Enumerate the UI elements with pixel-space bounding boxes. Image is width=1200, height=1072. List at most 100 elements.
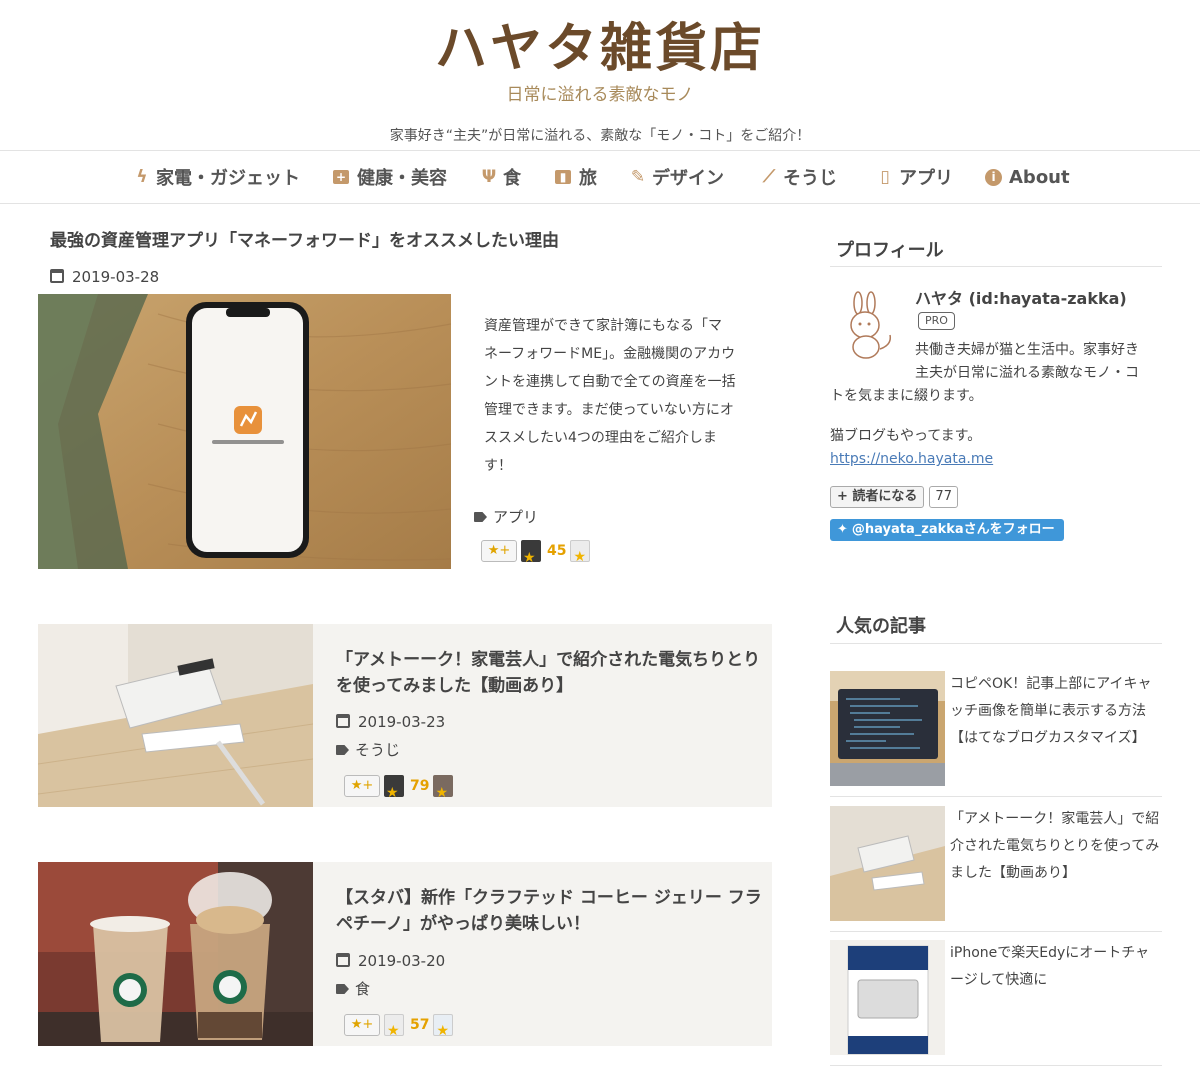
tag-label: そうじ (355, 741, 401, 759)
subscribe-button[interactable]: + 読者になる (830, 486, 925, 508)
bio-line: 主夫が日常に溢れる素敵なモノ・コ (915, 365, 1139, 381)
twitter-follow-label: @hayata_zakkaさんをフォロー (851, 522, 1055, 537)
global-nav: ϟ 家電・ガジェット + 健康・美容 Ψ 食 ▮ 旅 ✎ デザイン ⟋ そうじ … (0, 150, 1200, 204)
user-avatar[interactable]: ★ (384, 775, 404, 801)
hatena-star-row: ★+ ★ 79 ★ (344, 774, 454, 801)
pencil-icon: ✎ (630, 167, 646, 187)
article-tag[interactable]: そうじ (336, 740, 400, 760)
info-icon: i (985, 168, 1002, 186)
summary-line: 管理できます。まだ使っていない方にオ (484, 402, 734, 418)
article-date: 2019-03-20 (336, 951, 445, 971)
star-icon: ★ (523, 550, 536, 566)
twitter-bird-icon: ✦ (837, 522, 848, 537)
date-text: 2019-03-28 (72, 268, 160, 286)
article-title[interactable]: 「アメトーーク！家電芸人」で紹介された電気ちりとりを使ってみました【動画あり】 (336, 647, 766, 699)
star-icon: ★ (387, 1023, 400, 1039)
hatena-star-row: ★+ ★ 45 ★ (481, 539, 591, 566)
laptop-photo (830, 671, 945, 786)
popular-article-title[interactable]: iPhoneで楽天Edyにオートチャージして快適に (950, 940, 1162, 994)
nav-item-cleaning[interactable]: ⟋ そうじ (761, 151, 837, 203)
bio-line: 共働き夫婦が猫と生活中。家事好き (915, 342, 1139, 358)
dustpan-photo (830, 806, 945, 921)
cutlery-icon: Ψ (481, 167, 497, 187)
featured-article-title[interactable]: 最強の資産管理アプリ「マネーフォワード」をオススメしたい理由 (50, 228, 559, 254)
user-avatar[interactable]: ★ (521, 540, 541, 566)
frappuccino-photo (38, 862, 313, 1046)
hatena-star-row: ★+ ★ 57 ★ (344, 1013, 454, 1039)
dustpan-photo (38, 624, 313, 807)
popular-article-title[interactable]: コピペOK！記事上部にアイキャッチ画像を簡単に表示する方法【はてなブログカスタマ… (950, 671, 1162, 752)
star-count[interactable]: 45 (547, 543, 566, 559)
user-avatar[interactable]: ★ (384, 1014, 404, 1039)
summary-line: ネーフォワードME」。金融機関のアカウ (484, 346, 736, 362)
featured-article-image[interactable] (38, 294, 451, 569)
pro-badge: PRO (918, 312, 955, 330)
popular-article-title[interactable]: 「アメトーーク！家電芸人」で紹介された電気ちりとりを使ってみました【動画あり】 (950, 806, 1162, 887)
add-star-button[interactable]: ★+ (344, 775, 380, 797)
star-icon: ★ (435, 785, 449, 801)
user-avatar[interactable]: ★ (433, 1014, 454, 1039)
nav-item-label: 食 (503, 168, 521, 189)
nav-item-health[interactable]: + 健康・美容 (333, 151, 447, 203)
bolt-icon: ϟ (136, 167, 148, 187)
popular-article-thumbnail[interactable] (830, 806, 945, 921)
phone-on-desk-photo (38, 294, 451, 569)
nav-item-apps[interactable]: ▯ アプリ (877, 151, 953, 203)
blog-note: 猫ブログもやってます。 (830, 428, 982, 444)
summary-line: 資産管理ができて家計簿にもなる「マ (484, 318, 722, 334)
date-text: 2019-03-23 (358, 713, 446, 731)
add-star-button[interactable]: ★+ (481, 540, 517, 562)
cat-blog-link[interactable]: https://neko.hayata.me (830, 448, 993, 470)
tag-label: 食 (355, 980, 371, 998)
nav-item-appliances[interactable]: ϟ 家電・ガジェット (134, 151, 300, 203)
profile-name[interactable]: ハヤタ (id:hayata-zakka) (915, 288, 1127, 310)
article-thumbnail[interactable] (38, 624, 313, 807)
subscribe-widget: + 読者になる 77 (830, 486, 958, 508)
bio-line: トを気ままに綴ります。 (830, 388, 983, 404)
popular-article[interactable]: コピペOK！記事上部にアイキャッチ画像を簡単に表示する方法【はてなブログカスタマ… (830, 671, 1162, 797)
nav-item-about[interactable]: i About (985, 151, 1070, 203)
add-star-button[interactable]: ★+ (344, 1014, 380, 1036)
popular-article[interactable]: 「アメトーーク！家電芸人」で紹介された電気ちりとりを使ってみました【動画あり】 (830, 806, 1162, 932)
tag-icon (474, 512, 487, 522)
subscriber-count[interactable]: 77 (929, 486, 958, 508)
star-count[interactable]: 57 (410, 1017, 429, 1033)
popular-article[interactable]: iPhoneで楽天Edyにオートチャージして快適に (830, 940, 1162, 1066)
user-avatar[interactable]: ★ (433, 775, 454, 801)
tag-label: アプリ (493, 508, 539, 526)
popular-article-thumbnail[interactable] (830, 940, 945, 1055)
nav-item-label: デザイン (652, 168, 724, 189)
user-avatar[interactable]: ★ (570, 540, 591, 565)
date-text: 2019-03-20 (358, 952, 446, 970)
article-title[interactable]: 【スタバ】新作「クラフテッド コーヒー ジェリー フラペチーノ」がやっぱり美味し… (336, 885, 766, 937)
nav-item-design[interactable]: ✎ デザイン (630, 151, 724, 203)
star-icon: ★ (573, 549, 587, 565)
site-title[interactable]: ハヤタ雑貨店 (0, 14, 1200, 84)
twitter-follow-button[interactable]: ✦ @hayata_zakkaさんをフォロー (830, 519, 1064, 541)
article-card[interactable]: 「アメトーーク！家電芸人」で紹介された電気ちりとりを使ってみました【動画あり】 … (38, 624, 772, 807)
summary-line: ントを連携して自動で全ての資産を一括 (484, 374, 736, 390)
popular-heading: 人気の記事 (830, 612, 1162, 644)
nav-item-label: アプリ (899, 168, 953, 189)
site-description: 家事好き“主夫”が日常に溢れる、素敵な「モノ・コト」をご紹介！ (389, 128, 811, 144)
nav-item-food[interactable]: Ψ 食 (481, 151, 521, 203)
nav-item-label: About (1009, 166, 1070, 188)
calendar-icon (336, 953, 350, 967)
article-card[interactable]: 【スタバ】新作「クラフテッド コーヒー ジェリー フラペチーノ」がやっぱり美味し… (38, 862, 772, 1046)
featured-article-tag[interactable]: アプリ (474, 506, 538, 528)
star-count[interactable]: 79 (410, 778, 429, 794)
article-date: 2019-03-23 (336, 712, 445, 732)
nav-item-travel[interactable]: ▮ 旅 (555, 151, 597, 203)
featured-article-summary: 資産管理ができて家計簿にもなる「マ ネーフォワードME」。金融機関のアカウ ント… (484, 312, 774, 480)
article-tag[interactable]: 食 (336, 979, 370, 999)
profile-bio: 共働き夫婦が猫と生活中。家事好き 主夫が日常に溢れる素敵なモノ・コ トを気ままに… (830, 339, 1165, 408)
featured-article-date: 2019-03-28 (50, 267, 159, 287)
suitcase-icon: ▮ (555, 170, 571, 184)
nav-item-label: そうじ (783, 168, 837, 189)
article-thumbnail[interactable] (38, 862, 313, 1046)
nav-item-label: 家電・ガジェット (156, 168, 300, 189)
nav-item-label: 旅 (579, 168, 597, 189)
edy-card-reader-photo (830, 940, 945, 1055)
popular-article-thumbnail[interactable] (830, 671, 945, 786)
tag-icon (336, 984, 349, 994)
